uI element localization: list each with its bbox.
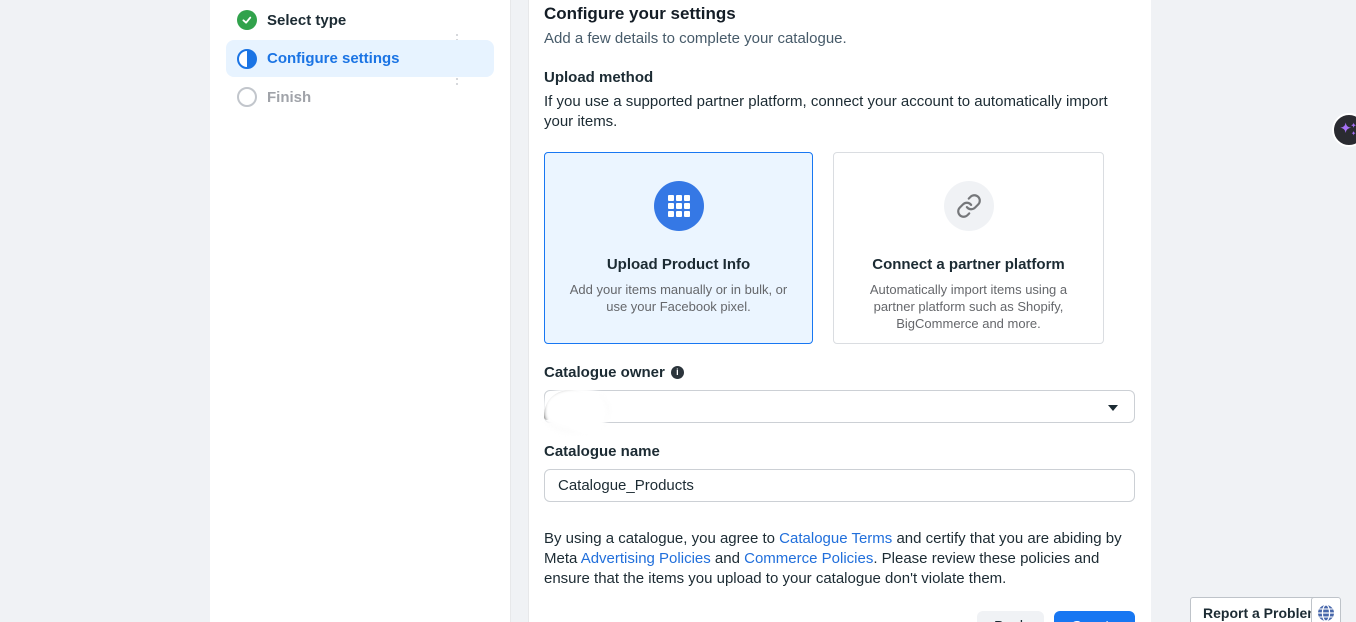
meta-ai-button[interactable]	[1332, 113, 1356, 147]
legal-text: By using a catalogue, you agree to Catal…	[544, 529, 1135, 589]
redacted-owner-avatar	[539, 375, 629, 439]
connect-partner-platform-card[interactable]: Connect a partner platform Automatically…	[833, 152, 1104, 344]
upload-method-label: Upload method	[544, 69, 1135, 86]
globe-button[interactable]	[1311, 597, 1341, 622]
legal-text-segment: and	[711, 550, 744, 567]
card-title: Upload Product Info	[607, 256, 750, 273]
info-icon[interactable]: i	[671, 366, 684, 379]
step-label: Select type	[267, 12, 346, 29]
upload-method-options: Upload Product Info Add your items manua…	[544, 152, 1135, 344]
create-button[interactable]: Create	[1054, 611, 1135, 622]
catalogue-owner-select[interactable]	[544, 390, 1135, 423]
wizard-stepper-panel: Select type Configure settings Finish	[210, 0, 511, 622]
step-configure-settings[interactable]: Configure settings	[226, 40, 494, 77]
page-subtitle: Add a few details to complete your catal…	[544, 30, 1135, 47]
catalogue-terms-link[interactable]: Catalogue Terms	[779, 530, 892, 547]
meta-ai-sparkle-icon	[1339, 120, 1356, 140]
upload-method-description: If you use a supported partner platform,…	[544, 92, 1135, 132]
step-finish: Finish	[226, 84, 494, 110]
catalogue-name-input[interactable]	[544, 469, 1135, 502]
page-title: Configure your settings	[544, 0, 1135, 24]
step-label: Configure settings	[267, 50, 400, 67]
card-description: Add your items manually or in bulk, or u…	[545, 281, 812, 315]
legal-text-segment: By using a catalogue, you agree to	[544, 530, 779, 547]
card-description: Automatically import items using a partn…	[834, 281, 1103, 332]
card-title: Connect a partner platform	[872, 256, 1065, 273]
advertising-policies-link[interactable]: Advertising Policies	[581, 550, 711, 567]
half-filled-circle-icon	[237, 49, 257, 69]
globe-icon	[1317, 604, 1335, 622]
back-button[interactable]: Back	[977, 611, 1044, 622]
link-icon	[944, 181, 994, 231]
step-select-type[interactable]: Select type	[226, 6, 494, 34]
upload-product-info-card[interactable]: Upload Product Info Add your items manua…	[544, 152, 813, 344]
chevron-down-icon	[1108, 405, 1118, 411]
commerce-policies-link[interactable]: Commerce Policies	[744, 550, 873, 567]
configure-settings-panel: Configure your settings Add a few detail…	[528, 0, 1151, 622]
grid-icon	[654, 181, 704, 231]
check-circle-icon	[237, 10, 257, 30]
empty-circle-icon	[237, 87, 257, 107]
catalogue-name-label: Catalogue name	[544, 443, 660, 460]
step-label: Finish	[267, 89, 311, 106]
